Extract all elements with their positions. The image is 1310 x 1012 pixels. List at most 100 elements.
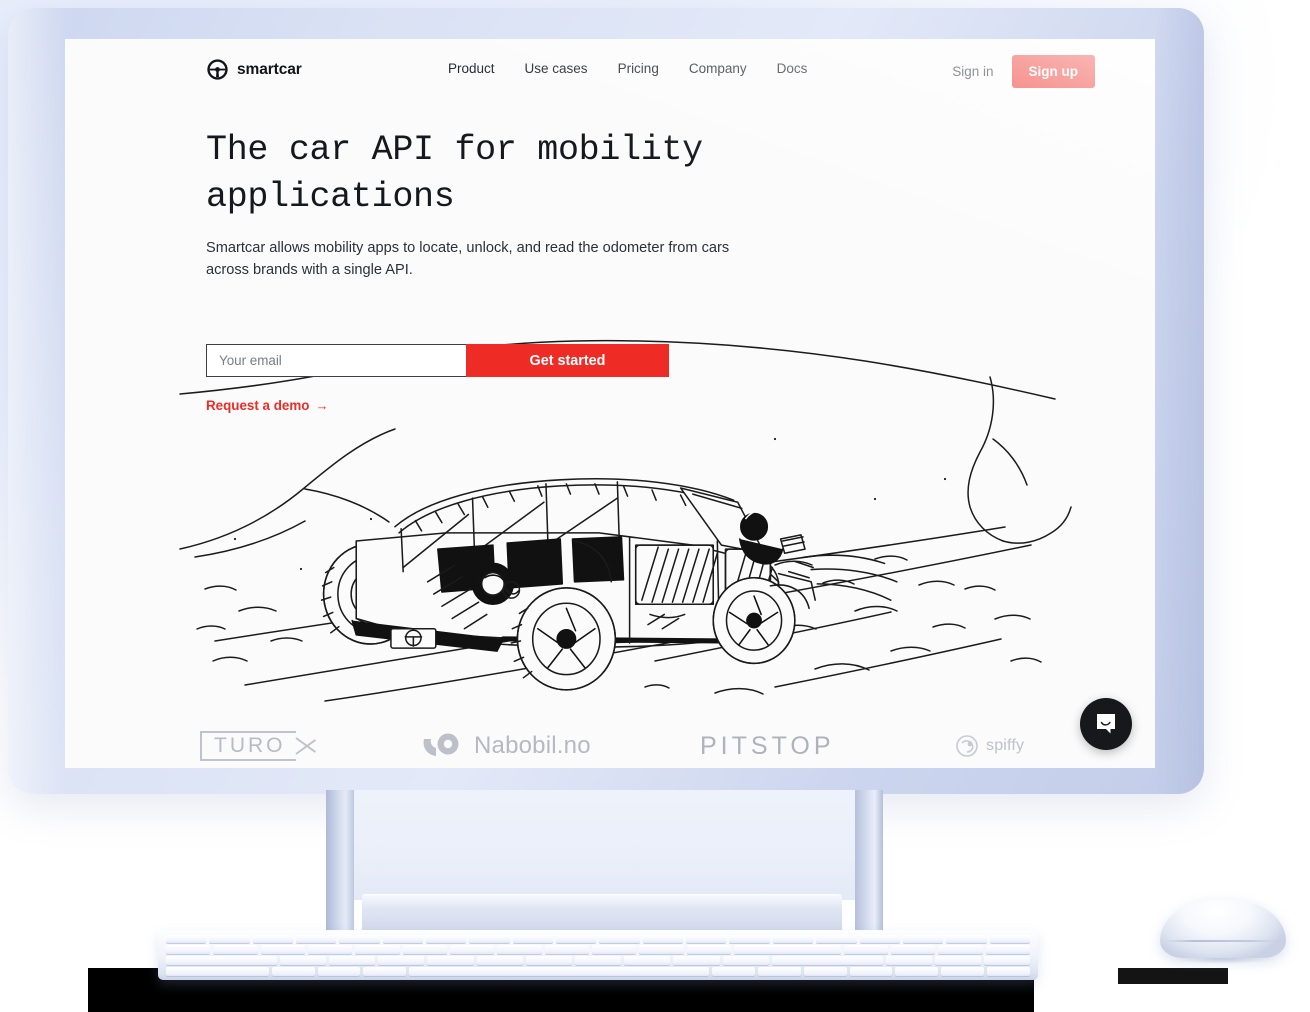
nav-link-product[interactable]: Product (448, 61, 495, 76)
key[interactable] (450, 945, 495, 954)
key[interactable] (427, 956, 474, 965)
key[interactable] (476, 956, 523, 965)
key[interactable] (729, 935, 770, 943)
nav-link-pricing[interactable]: Pricing (618, 61, 659, 76)
key[interactable] (308, 945, 353, 954)
key[interactable] (260, 945, 306, 954)
key[interactable] (382, 935, 424, 943)
key[interactable] (209, 935, 250, 943)
key[interactable] (252, 935, 294, 943)
key[interactable] (166, 945, 211, 954)
key[interactable] (890, 945, 936, 954)
nav-links: Product Use cases Pricing Company Docs (448, 61, 807, 76)
key[interactable] (497, 945, 542, 954)
key[interactable] (803, 967, 847, 976)
nav-link-company[interactable]: Company (689, 61, 747, 76)
key[interactable] (885, 956, 932, 965)
key[interactable] (816, 935, 857, 943)
mouse-seam (1164, 940, 1282, 942)
key[interactable] (757, 967, 801, 976)
key[interactable] (987, 967, 1030, 976)
brand-logo[interactable]: smartcar (206, 58, 302, 81)
monitor-stand-left-leg (326, 790, 354, 937)
key[interactable] (843, 945, 888, 954)
chat-bubble-icon (1097, 714, 1115, 734)
sign-in-link[interactable]: Sign in (952, 64, 993, 79)
key[interactable] (989, 935, 1030, 943)
key[interactable] (525, 956, 572, 965)
key[interactable] (686, 935, 727, 943)
key[interactable] (296, 935, 337, 943)
mouse[interactable] (1154, 900, 1292, 972)
key[interactable] (378, 956, 425, 965)
key[interactable] (271, 967, 315, 976)
turo-label: TURO (214, 734, 286, 757)
key[interactable] (599, 935, 640, 943)
key[interactable] (895, 967, 939, 976)
key[interactable] (512, 935, 554, 943)
monitor-bezel: smartcar Product Use cases Pricing Compa… (8, 8, 1204, 794)
key[interactable] (712, 967, 755, 976)
key-return[interactable] (771, 956, 883, 965)
key[interactable] (426, 935, 467, 943)
key[interactable] (985, 945, 1030, 954)
steering-wheel-icon (207, 59, 228, 80)
nabobil-mark-icon (423, 733, 459, 756)
key[interactable] (556, 935, 597, 943)
chat-launcher-button[interactable] (1080, 698, 1132, 750)
key[interactable] (772, 935, 814, 943)
key[interactable] (166, 935, 207, 943)
key[interactable] (946, 935, 987, 943)
key[interactable] (686, 945, 732, 954)
key-shift[interactable] (166, 967, 269, 976)
monitor-screen: smartcar Product Use cases Pricing Compa… (65, 39, 1155, 768)
turo-chevron-icon (296, 731, 318, 761)
key[interactable] (592, 945, 637, 954)
navbar: smartcar Product Use cases Pricing Compa… (65, 39, 1155, 101)
key[interactable] (941, 967, 985, 976)
page-title: The car API for mobility applications (206, 130, 724, 217)
key[interactable] (469, 935, 510, 943)
key[interactable] (849, 967, 893, 976)
key[interactable] (673, 956, 720, 965)
keyboard-row-function (166, 935, 1030, 943)
key[interactable] (574, 956, 622, 965)
key[interactable] (355, 945, 400, 954)
keyboard-row-home (166, 956, 1031, 965)
key[interactable] (402, 945, 448, 954)
keyboard[interactable] (158, 930, 1038, 980)
pitstop-label: PITSTOP (700, 731, 835, 760)
key[interactable] (624, 956, 671, 965)
brand-name: smartcar (237, 60, 302, 78)
spiffy-label: spiffy (986, 737, 1025, 754)
key[interactable] (317, 967, 361, 976)
key[interactable] (363, 967, 407, 976)
nav-link-use-cases[interactable]: Use cases (525, 61, 588, 76)
key[interactable] (544, 945, 590, 954)
key-tab[interactable] (166, 956, 277, 965)
key-space[interactable] (409, 967, 710, 976)
key[interactable] (938, 945, 983, 954)
key[interactable] (934, 956, 981, 965)
key[interactable] (329, 956, 376, 965)
arrow-right-icon: → (315, 398, 329, 413)
key[interactable] (642, 935, 684, 943)
hero-subtitle: Smartcar allows mobility apps to locate,… (206, 240, 730, 278)
key[interactable] (722, 956, 769, 965)
key-backspace[interactable] (734, 945, 841, 954)
key[interactable] (902, 935, 944, 943)
get-started-button[interactable]: Get started (466, 344, 669, 377)
nav-actions: Sign in Sign up (952, 55, 1095, 88)
key[interactable] (983, 956, 1031, 965)
nabobil-label: Nabobil.no (474, 732, 591, 759)
sign-up-button[interactable]: Sign up (1011, 55, 1095, 88)
nav-link-docs[interactable]: Docs (777, 61, 808, 76)
request-demo-link[interactable]: Request a demo → (206, 398, 328, 413)
key[interactable] (859, 935, 900, 943)
key[interactable] (279, 956, 327, 965)
key[interactable] (639, 945, 684, 954)
key[interactable] (213, 945, 258, 954)
email-input[interactable] (206, 344, 466, 377)
key[interactable] (339, 935, 380, 943)
mouse-body[interactable] (1160, 900, 1286, 958)
